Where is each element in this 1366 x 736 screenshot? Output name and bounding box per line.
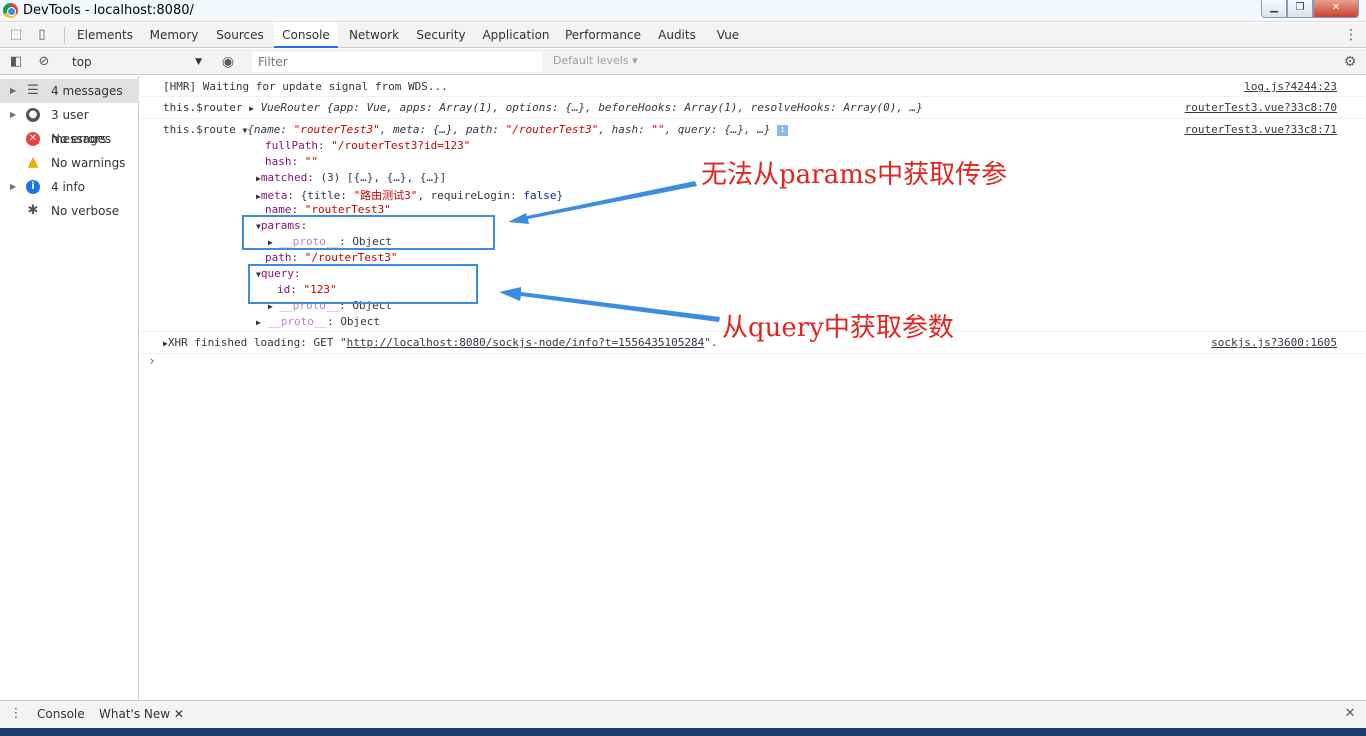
- drawer-menu-icon[interactable]: ⋮: [8, 706, 24, 722]
- arrow-to-query: [499, 287, 720, 322]
- drawer-tab-console[interactable]: Console: [37, 707, 85, 721]
- os-taskbar: [0, 728, 1366, 736]
- drawer-tab-whats-new[interactable]: What's New ✕: [99, 707, 184, 721]
- annotation-arrows: [499, 181, 720, 322]
- console-drawer: ⋮ Console What's New ✕ ✕: [0, 700, 1366, 728]
- close-drawer-icon[interactable]: ✕: [1342, 706, 1358, 722]
- close-tab-icon[interactable]: ✕: [174, 707, 184, 721]
- annotation-params: 无法从params中获取传参: [701, 160, 1008, 190]
- arrow-to-params: [508, 181, 697, 224]
- annotation-query: 从query中获取参数: [722, 313, 954, 343]
- drawer-tab-label: What's New: [99, 707, 171, 721]
